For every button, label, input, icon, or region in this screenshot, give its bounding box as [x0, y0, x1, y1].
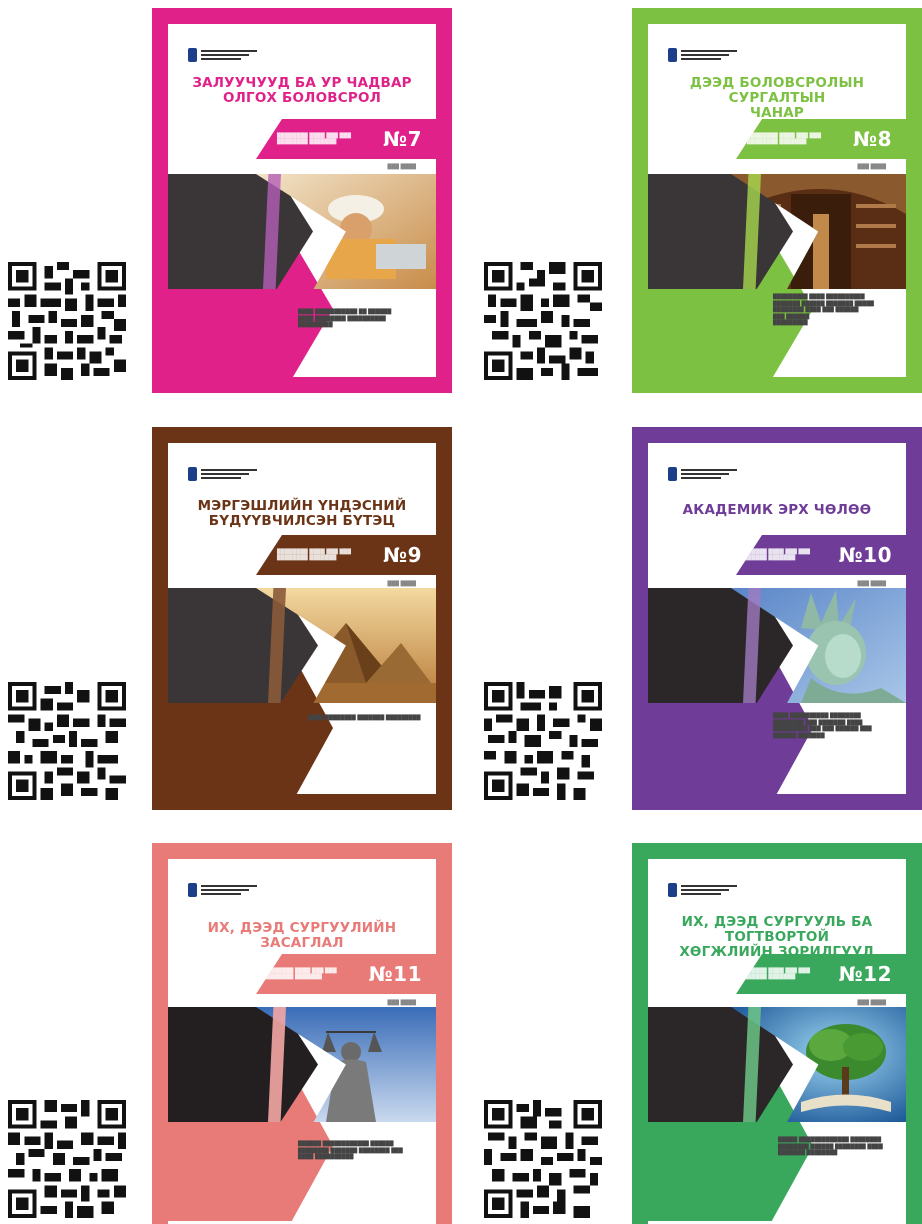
- qr-code: [482, 1100, 604, 1218]
- cover-issue-10[interactable]: АКАДЕМИК ЭРХ ЧӨЛӨӨ ████████ ████ ███ ███…: [632, 427, 922, 810]
- issue-band: ████████ ████ ███ ███ ████████ ███████ №1…: [736, 954, 906, 994]
- blurb-text: ██████ ████████████ ██████ ████████ █████…: [298, 1141, 403, 1160]
- qr-code-icon: [8, 262, 126, 380]
- cover-title: ИХ, ДЭЭД СУРГУУЛИЙН ЗАСАГЛАЛ: [207, 920, 397, 951]
- qr-code-icon: [8, 1100, 126, 1218]
- university-logo: [188, 465, 257, 483]
- issue-band: ████████ ████ ███ ███ ████████ ███████ №8: [736, 119, 906, 159]
- blurb-text: █████ █████████████ ████████ ████████ ███…: [778, 1137, 883, 1156]
- issue-number: №12: [838, 962, 892, 986]
- qr-code: [6, 262, 128, 380]
- issue-band: ████████ ████ ███ ███ ████████ ███████ №1…: [256, 954, 436, 994]
- cover-title: МЭРГЭШЛИЙН ҮНДЭСНИЙ БҮДҮҮВЧИЛСЭН БҮТЭЦ: [197, 498, 407, 529]
- issue-number: №9: [383, 543, 422, 567]
- cover-issue-9[interactable]: МЭРГЭШЛИЙН ҮНДЭСНИЙ БҮДҮҮВЧИЛСЭН БҮТЭЦ █…: [152, 427, 452, 810]
- issue-band: ████████ ████ ███ ███ ████████ ███████ №7: [256, 119, 436, 159]
- qr-code: [482, 682, 604, 800]
- university-logo: [188, 881, 257, 899]
- qr-code-icon: [484, 682, 602, 800]
- issue-band: ████████ ████ ███ ███ ████████ ███████ №9: [256, 535, 436, 575]
- cover-title: ИХ, ДЭЭД СУРГУУЛЬ БА ТОГТВОРТОЙ ХӨГЖЛИЙН…: [679, 914, 875, 960]
- blurb-text: █████████ ████ ██████████ ███████ ██████ …: [773, 294, 874, 326]
- cover-title: ЗАЛУУЧУУД БА УР ЧАДВАР ОЛГОХ БОЛОВСРОЛ: [192, 75, 412, 106]
- university-logo: [668, 46, 737, 64]
- issue-band: ████████ ████ ███ ███ ████████ ███████ №1…: [736, 535, 906, 575]
- cover-title: ДЭЭД БОЛОВСРОЛЫН СУРГАЛТЫН ЧАНАР: [689, 75, 865, 121]
- cover-issue-11[interactable]: ИХ, ДЭЭД СУРГУУЛИЙН ЗАСАГЛАЛ ████████ ██…: [152, 843, 452, 1224]
- qr-code-icon: [484, 262, 602, 380]
- issue-number: №7: [383, 127, 422, 151]
- cover-issue-12[interactable]: ИХ, ДЭЭД СУРГУУЛЬ БА ТОГТВОРТОЙ ХӨГЖЛИЙН…: [632, 843, 922, 1224]
- issue-number: №8: [853, 127, 892, 151]
- issue-number: №10: [838, 543, 892, 567]
- university-logo: [668, 881, 737, 899]
- issue-number: №11: [368, 962, 422, 986]
- blurb-text: ████ ██████████ ████████ ████████ ███ ███…: [773, 713, 872, 739]
- blurb-text: ████ ████████ ███████ █████████: [308, 715, 421, 721]
- qr-code: [6, 1100, 128, 1218]
- blurb-text: ████ ███████████ ██ ██████ ████ ████████ …: [298, 309, 392, 328]
- university-logo: [188, 46, 257, 64]
- qr-code: [482, 262, 604, 380]
- qr-code-icon: [484, 1100, 602, 1218]
- cover-title: АКАДЕМИК ЭРХ ЧӨЛӨӨ: [682, 502, 872, 518]
- cover-issue-8[interactable]: ДЭЭД БОЛОВСРОЛЫН СУРГАЛТЫН ЧАНАР ███████…: [632, 8, 922, 393]
- university-logo: [668, 465, 737, 483]
- qr-code: [6, 682, 128, 800]
- cover-issue-7[interactable]: ЗАЛУУЧУУД БА УР ЧАДВАР ОЛГОХ БОЛОВСРОЛ █…: [152, 8, 452, 393]
- qr-code-icon: [8, 682, 126, 800]
